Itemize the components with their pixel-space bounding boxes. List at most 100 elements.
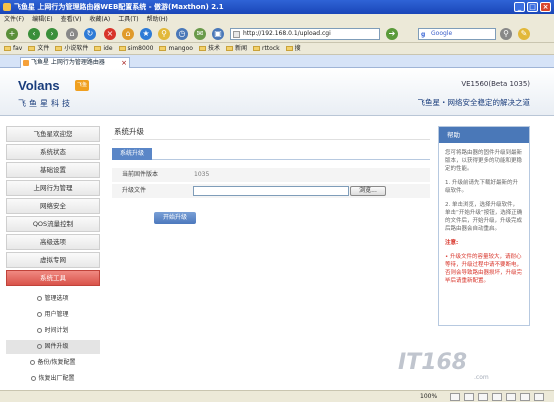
help-title: 帮助 xyxy=(439,127,529,143)
history-icon[interactable]: ◷ xyxy=(176,28,188,40)
menu-favorites[interactable]: 收藏(A) xyxy=(89,14,110,25)
favorites-item[interactable]: 文件 xyxy=(28,43,49,54)
help-step-1: 1. 升级前请先下载好最新的升级软件。 xyxy=(445,180,518,194)
help-panel: 帮助 您可将路由器的固件升级到最新版本，以获得更多的功能和更稳定的性能。 1. … xyxy=(438,126,530,326)
slogan: 飞鱼星・网络安全稳定的解决之道 xyxy=(417,98,531,107)
sidebar-item-qos[interactable]: QOS流量控制 xyxy=(6,216,100,232)
folder-icon xyxy=(118,46,126,51)
menu-edit[interactable]: 编辑(E) xyxy=(32,14,52,25)
favorites-item[interactable]: sim8000 xyxy=(118,43,153,54)
sidebar-item-welcome[interactable]: 飞鱼星欢迎您 xyxy=(6,126,100,142)
current-version-row: 当前固件版本 1035 xyxy=(112,168,430,182)
favorites-item[interactable]: 新闻 xyxy=(225,43,247,54)
home-page-icon[interactable]: ⌂ xyxy=(122,28,134,40)
favorites-item[interactable]: fav xyxy=(4,43,22,54)
google-icon: g xyxy=(421,31,426,38)
upgrade-file-label: 升级文件 xyxy=(122,187,147,194)
status-bar: 100% xyxy=(0,390,554,402)
sidebar-item-tools[interactable]: 系统工具 xyxy=(6,270,100,286)
status-box xyxy=(464,393,474,401)
sidebar-item-basic[interactable]: 基础设置 xyxy=(6,162,100,178)
subtab-bar: 系统升级 xyxy=(112,148,430,160)
menu-tools[interactable]: 工具(T) xyxy=(118,14,138,25)
logo-badge: 飞鱼 xyxy=(75,80,89,91)
screenshot-icon[interactable]: ▣ xyxy=(212,28,224,40)
favorites-item[interactable]: 技术 xyxy=(198,43,220,54)
subnav-item-factory-reset[interactable]: 恢复出厂配置 xyxy=(6,372,100,386)
new-page-icon[interactable]: + xyxy=(6,28,18,40)
folder-icon xyxy=(159,46,167,51)
subnav-item-users[interactable]: 用户管理 xyxy=(6,308,100,322)
browser-tab[interactable]: 飞鱼星 上网行为管理路由器 × xyxy=(20,57,130,68)
tab-system-upgrade[interactable]: 系统升级 xyxy=(112,148,153,160)
start-upgrade-button[interactable]: 开始升级 xyxy=(154,212,196,224)
current-version-value: 1035 xyxy=(194,171,210,178)
address-bar[interactable]: http://192.168.0.1/upload.cgi xyxy=(230,28,380,40)
search-box[interactable]: g Google xyxy=(418,28,496,40)
search-go-icon[interactable]: ⚲ xyxy=(500,28,512,40)
favorites-item[interactable]: ide xyxy=(94,43,113,54)
help-warning-text: • 升级文件的容量较大，请耐心等待，升级过程中请不要断电，否则会导致路由器损坏，… xyxy=(445,254,523,284)
tab-favicon-icon xyxy=(23,60,29,66)
menu-help[interactable]: 帮助(H) xyxy=(147,14,168,25)
subnav-item-schedule[interactable]: 时间计划 xyxy=(6,324,100,338)
pen-icon[interactable]: ✎ xyxy=(518,28,530,40)
favorites-item[interactable]: 搜 xyxy=(285,43,301,54)
logo-text: Volans xyxy=(18,78,60,93)
favorites-icon[interactable]: ★ xyxy=(140,28,152,40)
status-box xyxy=(450,393,460,401)
sidebar-item-security[interactable]: 网络安全 xyxy=(6,198,100,214)
subnav-item-firmware[interactable]: 固件升级 xyxy=(6,340,100,354)
sidebar-item-status[interactable]: 系统状态 xyxy=(6,144,100,160)
sidebar-item-behavior[interactable]: 上网行为管理 xyxy=(6,180,100,196)
go-arrow-icon[interactable]: ➔ xyxy=(386,28,398,40)
upgrade-file-input[interactable] xyxy=(193,186,349,196)
stop-icon[interactable]: × xyxy=(104,28,116,40)
close-button[interactable]: × xyxy=(540,2,551,12)
subnav-item-backup[interactable]: 备份/恢复配置 xyxy=(6,356,100,370)
zoom-level[interactable]: 100% xyxy=(420,391,437,402)
bullet-icon xyxy=(37,312,43,317)
help-step-2: 2. 单击浏览，选择升级软件，单击“开始升级”按钮，选择正确的文件后，开始升级，… xyxy=(445,202,523,232)
sidebar-item-advanced[interactable]: 高级选项 xyxy=(6,234,100,250)
folder-icon xyxy=(285,46,293,51)
sidebar-item-vpn[interactable]: 虚拟专网 xyxy=(6,252,100,268)
window-title: 飞鱼星 上网行为管理路由器WEB配置系统 - 傲游(Maxthon) 2.1 xyxy=(14,3,224,11)
window-titlebar: 飞鱼星 上网行为管理路由器WEB配置系统 - 傲游(Maxthon) 2.1 _… xyxy=(0,0,554,14)
subnav-item-admin[interactable]: 管理选项 xyxy=(6,292,100,306)
status-box xyxy=(506,393,516,401)
search-icon[interactable]: ⚲ xyxy=(158,28,170,40)
status-box xyxy=(520,393,530,401)
maximize-button[interactable]: □ xyxy=(527,2,538,12)
favorites-item[interactable]: rttock xyxy=(252,43,280,54)
menu-view[interactable]: 查看(V) xyxy=(61,14,82,25)
help-intro: 您可将路由器的固件升级到最新版本，以获得更多的功能和更稳定的性能。 xyxy=(445,150,523,172)
upgrade-file-row: 升级文件 浏览... xyxy=(112,184,430,198)
tab-bar: 飞鱼星 上网行为管理路由器 × xyxy=(0,55,554,68)
logo-subtitle: 飞鱼星科技 xyxy=(18,99,73,108)
folder-icon xyxy=(28,46,36,51)
folder-icon xyxy=(4,46,11,51)
menu-file[interactable]: 文件(F) xyxy=(4,14,24,25)
favorites-item[interactable]: 小说软件 xyxy=(55,43,88,54)
sidebar: 飞鱼星欢迎您 系统状态 基础设置 上网行为管理 网络安全 QOS流量控制 高级选… xyxy=(0,126,104,388)
tab-close-icon[interactable]: × xyxy=(121,58,127,68)
folder-icon xyxy=(94,46,102,51)
back-arrow-icon[interactable]: ‹ xyxy=(28,28,40,40)
forward-arrow-icon[interactable]: › xyxy=(46,28,58,40)
favorites-item[interactable]: mangoo xyxy=(159,43,193,54)
mail-icon[interactable]: ✉ xyxy=(194,28,206,40)
browser-toolbar: + ‹ › ⌂ ↻ × ⌂ ★ ⚲ ◷ ✉ ▣ http://192.168.0… xyxy=(0,25,554,43)
app-icon xyxy=(3,3,11,11)
browse-button[interactable]: 浏览... xyxy=(350,186,386,196)
minimize-button[interactable]: _ xyxy=(514,2,525,12)
favorites-bar: fav 文件 小说软件 ide sim8000 mangoo 技术 新闻 rtt… xyxy=(0,43,554,55)
site-header: Volans 飞鱼 飞鱼星科技 VE1560(Beta 1035) 飞鱼星・网络… xyxy=(0,68,554,116)
folder-icon xyxy=(198,46,206,51)
menubar: 文件(F) 编辑(E) 查看(V) 收藏(A) 工具(T) 帮助(H) xyxy=(0,14,554,25)
bullet-icon xyxy=(37,344,43,349)
search-placeholder: Google xyxy=(431,30,453,37)
address-url: http://192.168.0.1/upload.cgi xyxy=(243,30,331,37)
home-icon[interactable]: ⌂ xyxy=(66,28,78,40)
refresh-icon[interactable]: ↻ xyxy=(84,28,96,40)
